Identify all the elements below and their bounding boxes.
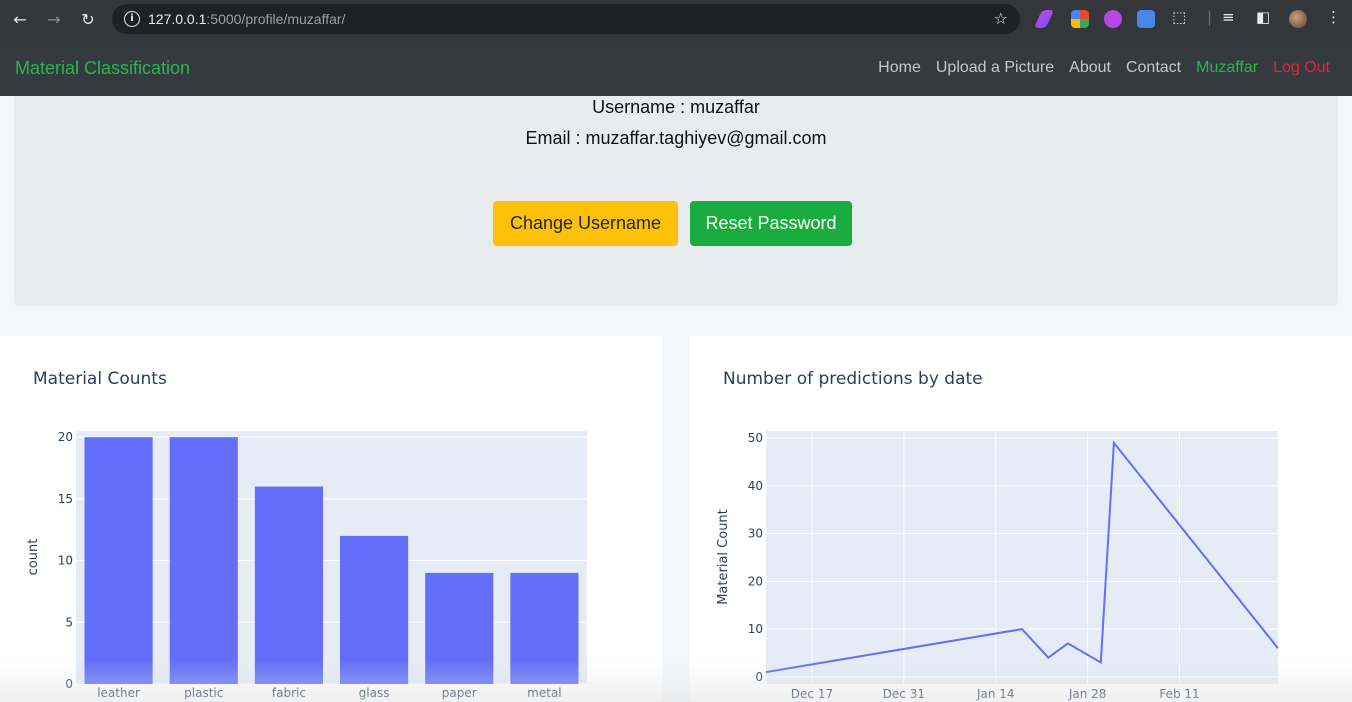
bar-plastic[interactable]: [169, 437, 238, 684]
line-y-tick-label: 50: [748, 431, 763, 445]
nav-links: Home Upload a Picture About Contact Muza…: [878, 59, 1330, 77]
line-y-tick-label: 20: [748, 574, 763, 588]
line-y-tick-label: 0: [755, 670, 763, 684]
bar-x-tick-label: fabric: [272, 686, 306, 700]
bar-x-tick-label: metal: [527, 686, 561, 700]
nav-upload[interactable]: Upload a Picture: [936, 59, 1054, 77]
info-icon[interactable]: i: [124, 11, 140, 27]
brand-link[interactable]: Material Classification: [15, 58, 190, 79]
extension-icon[interactable]: [1033, 10, 1055, 28]
line-x-tick-label: Jan 28: [1068, 687, 1107, 701]
line-y-tick-label: 30: [748, 527, 763, 541]
line-plot-area: [766, 431, 1278, 684]
line-chart: 0 10 20 30 40 50 Dec 17 Dec 31 Jan 14 Jan 28 Feb …: [716, 431, 1279, 701]
star-icon[interactable]: ☆: [994, 9, 1008, 28]
extension-icon[interactable]: ⬚: [1172, 8, 1186, 26]
bar-y-tick-label: 5: [65, 615, 73, 629]
line-y-axis-label: Material Count: [716, 509, 731, 605]
extension-icon[interactable]: [1137, 10, 1155, 28]
bar-y-tick-label: 0: [65, 677, 73, 691]
reload-icon[interactable]: ↻: [76, 8, 100, 32]
nav-contact[interactable]: Contact: [1126, 59, 1181, 77]
back-icon[interactable]: ←: [8, 8, 32, 32]
browser-toolbar: ← → ↻ i 127.0.0.1:5000/profile/muzaffar/…: [0, 0, 1352, 41]
nav-user[interactable]: Muzaffar: [1196, 59, 1258, 77]
predictions-panel: Number of predictions by date 0 10 20 30 40 5…: [690, 336, 1352, 702]
email-line: Email : muzaffar.taghiyev@gmail.com: [525, 128, 827, 148]
bar-metal[interactable]: [510, 572, 579, 684]
bar-y-tick-label: 10: [58, 554, 73, 568]
line-x-tick-label: Dec 17: [791, 687, 833, 701]
divider: |: [1207, 8, 1213, 26]
sidebar-icon[interactable]: ◧: [1256, 8, 1270, 26]
material-counts-panel: Material Counts 0 5 10 15 20 leather plastic f…: [0, 336, 662, 702]
line-x-tick-label: Feb 11: [1159, 687, 1199, 701]
bar-x-tick-label: glass: [359, 686, 390, 700]
line-y-tick-label: 40: [748, 479, 763, 493]
nav-logout[interactable]: Log Out: [1273, 59, 1330, 77]
profile-card: Username : muzaffar Email : muzaffar.tag…: [14, 96, 1338, 306]
bar-leather[interactable]: [84, 437, 153, 684]
more-menu-icon[interactable]: ⋮: [1326, 8, 1341, 26]
bar-chart: 0 5 10 15 20 leather plastic fabric glass paper m…: [26, 430, 587, 700]
bar-y-tick-label: 15: [58, 492, 73, 506]
profile-avatar[interactable]: [1289, 10, 1307, 28]
bar-paper[interactable]: [425, 572, 494, 684]
nav-about[interactable]: About: [1069, 59, 1111, 77]
line-y-tick-label: 10: [748, 622, 763, 636]
extension-icon[interactable]: [1104, 10, 1122, 28]
bar-y-axis-label: count: [26, 539, 41, 576]
navbar: Material Classification Home Upload a Pi…: [0, 41, 1352, 96]
line-x-tick-label: Dec 31: [883, 687, 925, 701]
reset-password-button[interactable]: Reset Password: [690, 201, 852, 246]
bar-x-tick-label: paper: [442, 686, 477, 700]
bar-glass[interactable]: [340, 535, 409, 684]
extension-icon[interactable]: [1071, 10, 1089, 28]
url-text[interactable]: 127.0.0.1:5000/profile/muzaffar/: [148, 11, 345, 27]
forward-icon[interactable]: →: [42, 8, 66, 32]
tab-search-icon[interactable]: ≡: [1222, 8, 1235, 26]
bar-fabric[interactable]: [254, 486, 323, 684]
line-x-tick-label: Jan 14: [976, 687, 1015, 701]
bar-y-tick-label: 20: [58, 430, 73, 444]
address-bar[interactable]: i 127.0.0.1:5000/profile/muzaffar/ ☆: [112, 4, 1020, 34]
change-username-button[interactable]: Change Username: [493, 201, 678, 246]
bar-x-tick-label: leather: [97, 686, 140, 700]
username-line: Username : muzaffar: [592, 97, 760, 117]
nav-home[interactable]: Home: [878, 59, 921, 77]
bar-x-tick-label: plastic: [184, 686, 223, 700]
